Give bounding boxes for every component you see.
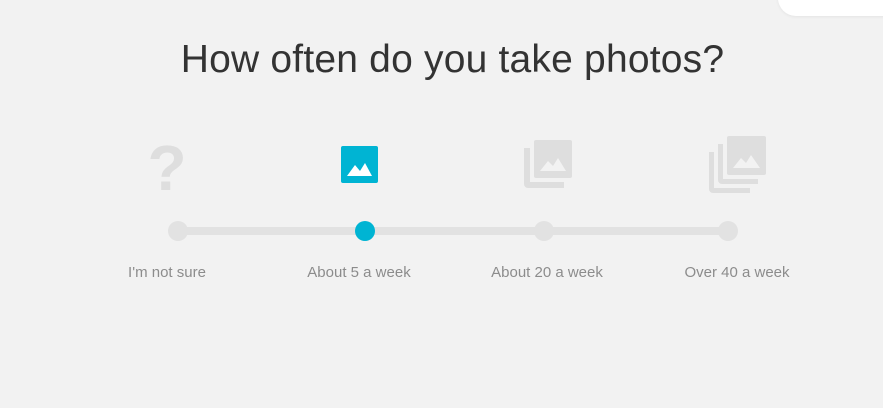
question-mark-icon[interactable]: ? [147,136,187,194]
slider-stop-5-a-week[interactable] [355,221,375,241]
option-label-5-a-week[interactable]: About 5 a week [259,264,459,281]
question-heading: How often do you take photos? [180,38,725,81]
option-label-20-a-week[interactable]: About 20 a week [447,264,647,281]
large-photo-stack-icon[interactable] [709,136,766,193]
frequency-slider-track[interactable] [177,227,728,235]
slider-stop-over-40-a-week[interactable] [718,221,738,241]
slider-stop-not-sure[interactable] [168,221,188,241]
single-photo-icon[interactable] [341,146,378,183]
slider-stop-20-a-week[interactable] [534,221,554,241]
photo-frequency-screen: How often do you take photos? ? I'm not … [0,0,883,408]
photo-stack-icon[interactable] [524,140,572,188]
option-label-not-sure[interactable]: I'm not sure [67,264,267,281]
corner-card [778,0,883,16]
svg-text:?: ? [147,136,186,194]
option-label-over-40-a-week[interactable]: Over 40 a week [637,264,837,281]
